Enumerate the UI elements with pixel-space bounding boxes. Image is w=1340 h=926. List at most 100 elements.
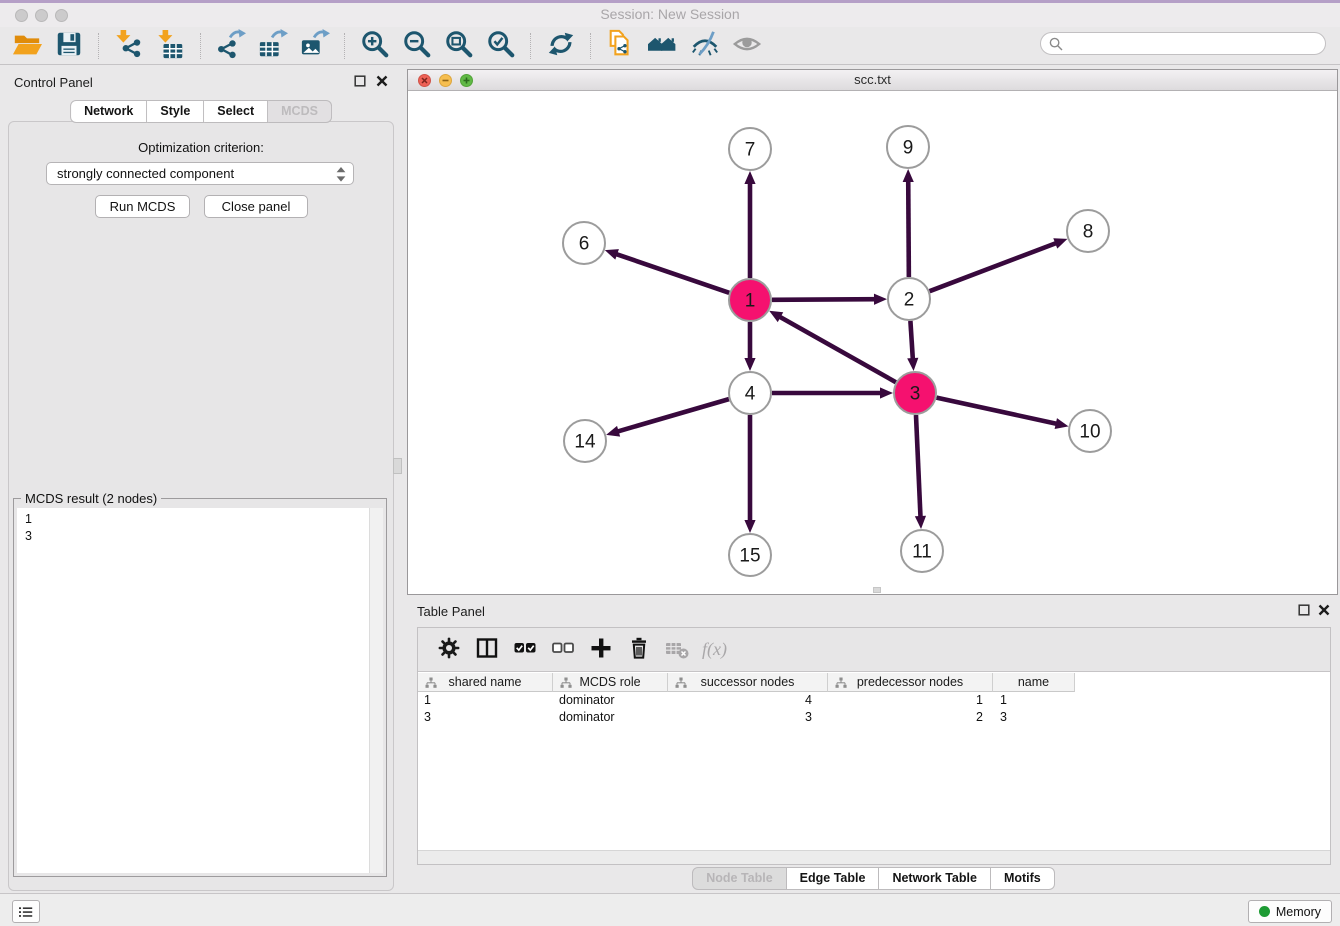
graph-node-2[interactable]: 2 xyxy=(888,278,930,320)
search-input[interactable] xyxy=(1067,34,1321,55)
window-title: Session: New Session xyxy=(0,6,1340,22)
edge-1-6[interactable] xyxy=(614,253,729,292)
graph-node-15[interactable]: 15 xyxy=(729,534,771,576)
tab-edge-table[interactable]: Edge Table xyxy=(787,867,880,890)
toolbar-separator xyxy=(590,33,592,59)
import-table-button[interactable] xyxy=(155,30,187,62)
close-panel-button[interactable]: Close panel xyxy=(204,195,308,218)
cell-MCDS-role[interactable]: dominator xyxy=(553,709,668,726)
edge-3-10[interactable] xyxy=(936,398,1058,425)
document-share-button[interactable] xyxy=(605,30,637,62)
export-table-button[interactable] xyxy=(257,30,289,62)
search-icon xyxy=(1049,37,1064,52)
export-network-button[interactable] xyxy=(215,30,247,62)
select-all-button[interactable] xyxy=(510,635,540,665)
mcds-result-area[interactable]: 1 3 xyxy=(17,508,383,873)
cell-predecessor-nodes[interactable]: 1 xyxy=(828,692,993,709)
table-row[interactable]: 3dominator323 xyxy=(418,709,1330,726)
eye-button[interactable] xyxy=(731,30,763,62)
tab-node-table[interactable]: Node Table xyxy=(692,867,786,890)
table-panel-tabs: Node TableEdge TableNetwork TableMotifs xyxy=(407,867,1340,890)
memory-button[interactable]: Memory xyxy=(1248,900,1332,923)
tab-network-table[interactable]: Network Table xyxy=(879,867,991,890)
edge-3-11[interactable] xyxy=(916,415,921,519)
graph-node-1[interactable]: 1 xyxy=(729,279,771,321)
cell-predecessor-nodes[interactable]: 2 xyxy=(828,709,993,726)
close-panel-icon[interactable] xyxy=(376,75,388,87)
edge-2-8[interactable] xyxy=(930,242,1059,291)
cell-name[interactable]: 3 xyxy=(993,709,1075,726)
graph-node-11[interactable]: 11 xyxy=(901,530,943,572)
close-table-panel-icon[interactable] xyxy=(1318,604,1330,616)
add-button[interactable] xyxy=(586,635,616,665)
cell-name[interactable]: 1 xyxy=(993,692,1075,709)
homes-button[interactable] xyxy=(647,30,679,62)
edge-2-3[interactable] xyxy=(910,321,913,361)
zoom-out-button[interactable] xyxy=(401,30,433,62)
edge-arrowhead xyxy=(907,358,918,371)
table-row[interactable]: 1dominator411 xyxy=(418,692,1330,709)
cell-shared-name[interactable]: 3 xyxy=(418,709,553,726)
tab-style[interactable]: Style xyxy=(147,100,204,123)
deselect-all-button[interactable] xyxy=(548,635,578,665)
result-scrollbar[interactable] xyxy=(369,508,383,873)
open-folder-button[interactable] xyxy=(11,30,43,62)
tab-mcds[interactable]: MCDS xyxy=(268,100,332,123)
cell-MCDS-role[interactable]: dominator xyxy=(553,692,668,709)
graph-node-4[interactable]: 4 xyxy=(729,372,771,414)
column-header-name[interactable]: name xyxy=(993,673,1075,692)
network-window-titlebar[interactable]: scc.txt xyxy=(408,70,1337,91)
float-table-panel-icon[interactable] xyxy=(1298,604,1310,616)
horizontal-splitter-handle[interactable] xyxy=(873,587,881,593)
table-horizontal-scrollbar[interactable] xyxy=(418,850,1330,864)
graph-node-14[interactable]: 14 xyxy=(564,420,606,462)
zoom-fit-button[interactable] xyxy=(443,30,475,62)
tab-motifs[interactable]: Motifs xyxy=(991,867,1055,890)
gear-button[interactable] xyxy=(434,635,464,665)
refresh-button[interactable] xyxy=(545,30,577,62)
cell-successor-nodes[interactable]: 4 xyxy=(668,692,828,709)
columns-button[interactable] xyxy=(472,635,502,665)
control-panel-title: Control Panel xyxy=(14,75,93,90)
edge-3-1[interactable] xyxy=(778,316,896,382)
graph-node-10[interactable]: 10 xyxy=(1069,410,1111,452)
edge-2-9[interactable] xyxy=(908,179,909,277)
graph-node-6[interactable]: 6 xyxy=(563,222,605,264)
edge-4-14[interactable] xyxy=(616,399,729,432)
zoom-check-button[interactable] xyxy=(485,30,517,62)
graph-node-7[interactable]: 7 xyxy=(729,128,771,170)
memory-status-icon xyxy=(1259,906,1270,917)
tab-network[interactable]: Network xyxy=(70,100,147,123)
edge-1-2[interactable] xyxy=(772,299,877,300)
graph-node-3[interactable]: 3 xyxy=(894,372,936,414)
import-table-icon xyxy=(156,29,186,62)
optimization-criterion-dropdown[interactable]: strongly connected component xyxy=(46,162,354,185)
task-history-button[interactable] xyxy=(12,900,40,923)
graph-node-9[interactable]: 9 xyxy=(887,126,929,168)
zoom-out-icon xyxy=(402,29,432,62)
function-builder-button[interactable]: f(x) xyxy=(702,639,727,660)
tab-select[interactable]: Select xyxy=(204,100,268,123)
graph-node-8[interactable]: 8 xyxy=(1067,210,1109,252)
optimization-criterion-label: Optimization criterion: xyxy=(9,140,393,155)
run-mcds-button[interactable]: Run MCDS xyxy=(95,195,190,218)
search-box[interactable] xyxy=(1040,32,1326,55)
column-header-shared-name[interactable]: shared name xyxy=(418,673,553,692)
delete-table-button[interactable] xyxy=(662,635,692,665)
cell-shared-name[interactable]: 1 xyxy=(418,692,553,709)
save-button[interactable] xyxy=(53,30,85,62)
control-panel: Control Panel NetworkStyleSelectMCDS Opt… xyxy=(2,65,400,893)
zoom-in-button[interactable] xyxy=(359,30,391,62)
column-header-MCDS-role[interactable]: MCDS role xyxy=(553,673,668,692)
eye-slash-button[interactable] xyxy=(689,30,721,62)
network-canvas[interactable]: 7 9 6 8 1 2 4 3 14 10 15 11 xyxy=(408,91,1337,594)
export-image-button[interactable] xyxy=(299,30,331,62)
float-panel-icon[interactable] xyxy=(354,75,366,87)
toolbar-separator xyxy=(98,33,100,59)
column-header-successor-nodes[interactable]: successor nodes xyxy=(668,673,828,692)
column-header-predecessor-nodes[interactable]: predecessor nodes xyxy=(828,673,993,692)
import-network-button[interactable] xyxy=(113,30,145,62)
vertical-splitter-handle[interactable] xyxy=(393,458,402,474)
cell-successor-nodes[interactable]: 3 xyxy=(668,709,828,726)
trash-button[interactable] xyxy=(624,635,654,665)
